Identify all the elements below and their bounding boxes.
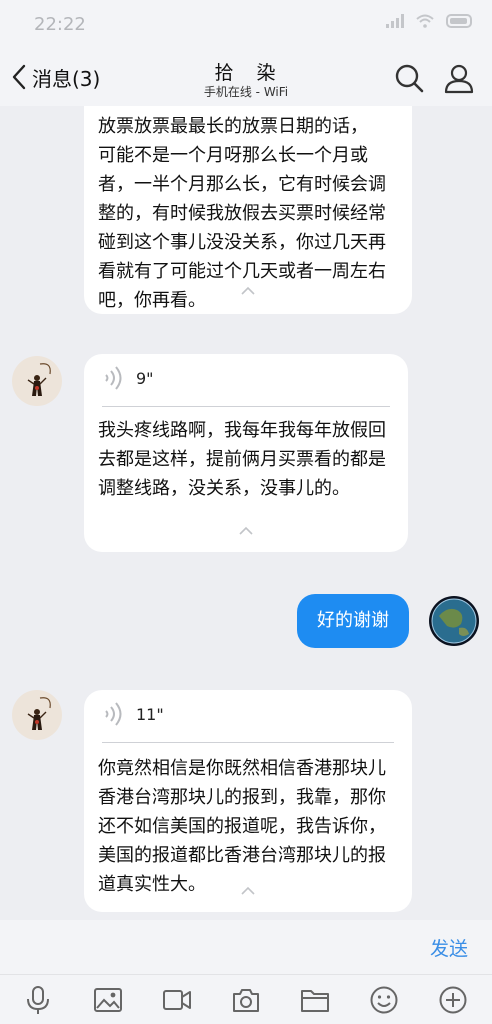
input-toolbar	[0, 974, 492, 1024]
voice-player[interactable]: 9"	[102, 364, 154, 392]
collapse-caret-icon[interactable]	[241, 886, 255, 896]
voice-player[interactable]: 11"	[102, 700, 164, 728]
plus-icon[interactable]	[438, 985, 468, 1015]
chat-area[interactable]: 放票放票最最长的放票日期的话， 可能不是一个月呀那么长一个月或者，一半个月那么长…	[0, 106, 492, 920]
message-bubble-received[interactable]: 放票放票最最长的放票日期的话， 可能不是一个月呀那么长一个月或者，一半个月那么长…	[84, 106, 412, 314]
emoji-icon[interactable]	[369, 985, 399, 1015]
voice-duration: 9"	[136, 368, 154, 388]
camera-icon[interactable]	[231, 985, 261, 1015]
voice-duration: 11"	[136, 704, 164, 724]
image-icon[interactable]	[93, 985, 123, 1015]
contact-avatar[interactable]	[12, 690, 62, 740]
wifi-icon	[416, 14, 434, 28]
voice-transcript: 我头疼线路啊，我每年我每年放假回去都是这样，提前俩月买票看的都是调整线路，没关系…	[98, 420, 386, 499]
message-text-partial: 放票放票最最长的放票日期的话，	[98, 116, 368, 137]
message-bubble-voice[interactable]: 9" 我头疼线路啊，我每年我每年放假回去都是这样，提前俩月买票看的都是调整线路，…	[84, 354, 408, 552]
voice-wave-icon	[105, 702, 122, 726]
avatar-image	[12, 690, 62, 740]
nav-bar: 消息(3) 拾 染 手机在线 - WiFi	[0, 48, 492, 106]
profile-icon[interactable]	[443, 62, 475, 94]
input-bar[interactable]: 发送	[0, 920, 492, 974]
folder-icon[interactable]	[300, 985, 330, 1015]
mic-icon[interactable]	[23, 985, 53, 1015]
contact-avatar[interactable]	[12, 356, 62, 406]
self-avatar[interactable]	[429, 596, 479, 646]
battery-icon	[446, 14, 472, 28]
search-icon[interactable]	[393, 62, 425, 94]
message-bubble-sent[interactable]: 好的谢谢	[297, 594, 409, 648]
message-bubble-voice[interactable]: 11" 你竟然相信是你既然相信香港那块儿香港台湾那块儿的报到，我靠，那你还不如信…	[84, 690, 412, 912]
collapse-caret-icon[interactable]	[239, 526, 253, 536]
divider	[102, 742, 394, 743]
divider	[102, 406, 390, 407]
avatar-image	[12, 356, 62, 406]
voice-transcript: 你竟然相信是你既然相信香港那块儿香港台湾那块儿的报到，我靠，那你还不如信美国的报…	[98, 758, 386, 895]
status-bar: 22:22	[0, 0, 492, 48]
avatar-image	[429, 596, 479, 646]
status-time: 22:22	[34, 14, 86, 35]
video-icon[interactable]	[162, 985, 192, 1015]
signal-icon	[386, 14, 404, 28]
voice-wave-icon	[105, 366, 122, 390]
collapse-caret-icon[interactable]	[241, 286, 255, 296]
send-button[interactable]: 发送	[430, 934, 468, 961]
status-icons	[386, 14, 474, 28]
